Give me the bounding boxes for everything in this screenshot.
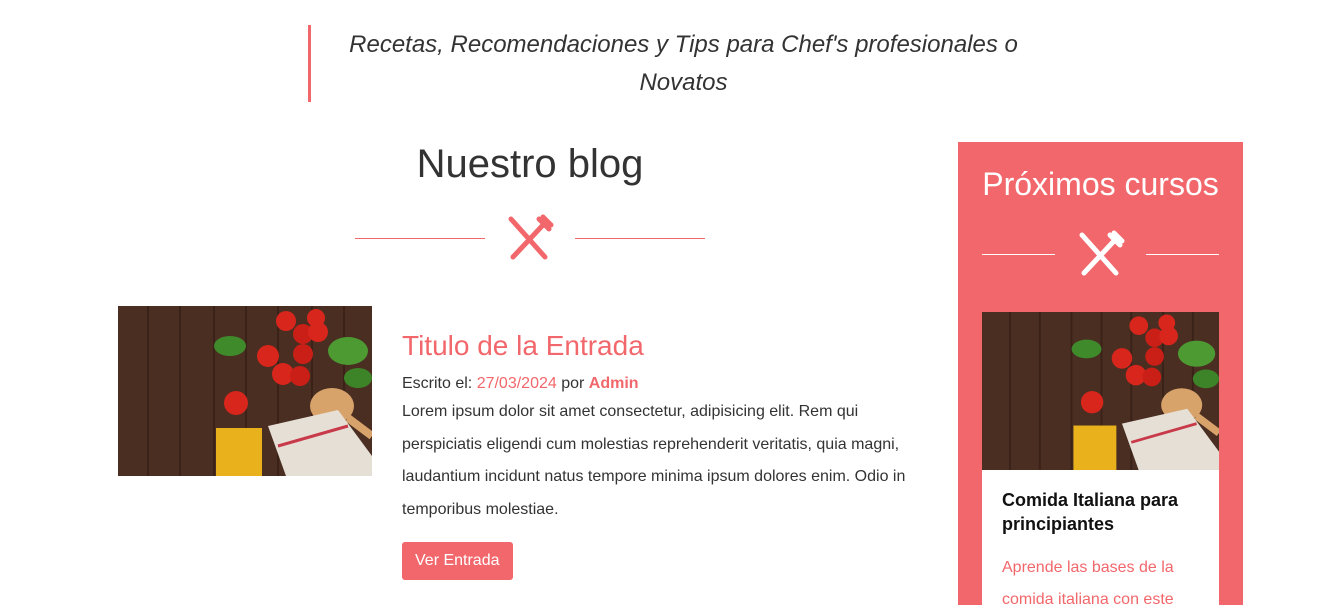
view-entry-button[interactable]: Ver Entrada <box>402 542 513 580</box>
entry-meta: Escrito el: 27/03/2024 por Admin <box>402 374 922 394</box>
food-photo <box>982 312 1219 470</box>
divider-line-right <box>1146 253 1219 255</box>
entry-date: 27/03/2024 <box>476 375 557 392</box>
by-label: por <box>556 375 589 392</box>
course-description: Aprende las bases de la comida italiana … <box>1002 559 1174 605</box>
food-photo <box>118 306 372 476</box>
course-image <box>982 312 1219 470</box>
entry-title[interactable]: Titulo de la Entrada <box>402 328 922 364</box>
fork-knife-icon <box>1079 230 1124 276</box>
blog-divider <box>355 213 705 263</box>
divider-line-left <box>355 237 485 239</box>
blog-title: Nuestro blog <box>416 142 644 186</box>
upcoming-courses-sidebar: Próximos cursos Comida Italiana para pri… <box>958 142 1243 605</box>
blog-entry: Titulo de la Entrada Escrito el: 27/03/2… <box>402 328 922 580</box>
tagline-text: Recetas, Recomendaciones y Tips para Che… <box>349 30 1018 96</box>
entry-excerpt: Lorem ipsum dolor sit amet consectetur, … <box>402 403 906 518</box>
tagline-block: Recetas, Recomendaciones y Tips para Che… <box>308 25 1056 102</box>
sidebar-divider <box>982 229 1219 279</box>
sidebar-title: Próximos cursos <box>982 166 1219 202</box>
course-title[interactable]: Comida Italiana para principiantes <box>1002 488 1199 536</box>
divider-line-right <box>575 237 705 239</box>
entry-image <box>118 306 372 476</box>
course-body: Comida Italiana para principiantes Apren… <box>982 470 1219 605</box>
course-card[interactable]: Comida Italiana para principiantes Apren… <box>982 312 1219 605</box>
fork-knife-icon <box>508 214 554 260</box>
divider-line-left <box>982 253 1055 255</box>
entry-author: Admin <box>588 375 639 392</box>
meta-label: Escrito el: <box>402 375 477 392</box>
